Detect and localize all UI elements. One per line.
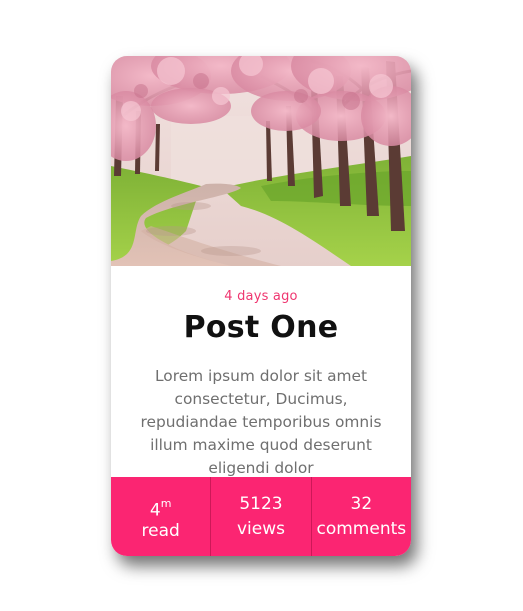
post-date: 4 days ago — [224, 289, 298, 304]
post-title[interactable]: Post One — [111, 310, 411, 345]
cherry-blossom-image — [111, 56, 411, 266]
post-stats-bar: 4m read 5123 views 32 comments — [111, 477, 411, 556]
stat-read-time-unit: m — [160, 497, 172, 510]
post-card[interactable]: 4 days ago Post One Lorem ipsum dolor si… — [111, 56, 411, 556]
stat-views-value: 5123 — [239, 494, 283, 514]
stat-comments[interactable]: 32 comments — [310, 477, 411, 556]
post-description: Lorem ipsum dolor sit amet consectetur, … — [140, 367, 382, 477]
stat-comments-value: 32 — [350, 494, 373, 514]
post-body: 4 days ago Post One Lorem ipsum dolor si… — [111, 266, 411, 477]
stat-comments-label: comments — [316, 519, 407, 539]
stat-read-time-label: read — [141, 521, 180, 541]
post-image — [111, 56, 411, 266]
stat-read-time: 4m read — [111, 477, 210, 556]
stat-read-time-value: 4m — [149, 497, 172, 521]
stat-views-label: views — [236, 519, 285, 539]
stat-views: 5123 views — [210, 477, 310, 556]
